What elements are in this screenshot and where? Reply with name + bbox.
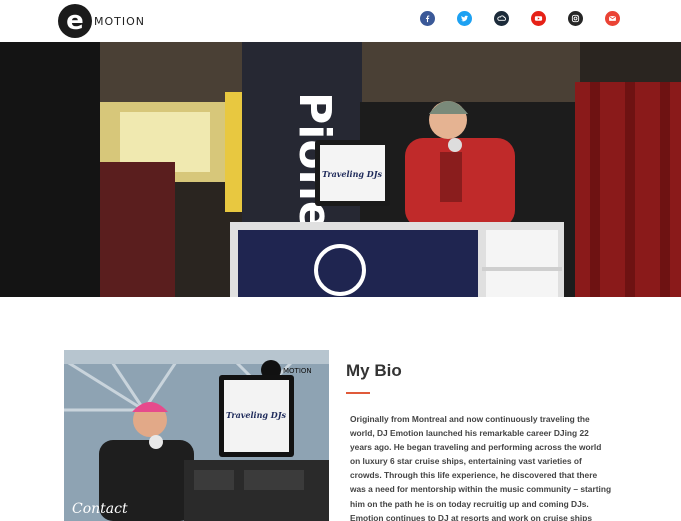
- bio-title-underline: [346, 392, 370, 394]
- soundcloud-icon: [497, 15, 506, 21]
- bio-photo-logo-text: MOTION: [283, 367, 312, 375]
- hero-photo: Pioneer Traveling DJs: [0, 42, 681, 297]
- logo-mark: e: [58, 4, 92, 38]
- youtube-link[interactable]: [531, 11, 546, 26]
- site-logo[interactable]: e MOTION: [58, 4, 145, 38]
- soundcloud-link[interactable]: [494, 11, 509, 26]
- instagram-link[interactable]: [568, 11, 583, 26]
- hero-laptop-text: Traveling DJs: [322, 169, 383, 179]
- youtube-icon: [534, 16, 543, 21]
- bio-photo-caption: Contact: [72, 501, 128, 517]
- bio-photo-image: MOTION Traveling DJs Contact: [64, 350, 329, 521]
- bio-photo: MOTION Traveling DJs Contact: [64, 350, 329, 521]
- twitter-icon: [460, 15, 469, 22]
- facebook-link[interactable]: [420, 11, 435, 26]
- email-link[interactable]: [605, 11, 620, 26]
- bio-text: Originally from Montreal and now continu…: [350, 414, 612, 521]
- bio-title: My Bio: [346, 361, 402, 380]
- instagram-icon: [571, 14, 580, 23]
- hero-image: Pioneer Traveling DJs: [0, 42, 681, 297]
- email-icon: [609, 16, 616, 21]
- site-header: e MOTION: [0, 0, 681, 42]
- social-links: [420, 11, 620, 26]
- facebook-icon: [425, 15, 430, 23]
- bio-photo-laptop-text: Traveling DJs: [226, 410, 287, 420]
- logo-wordmark: MOTION: [94, 14, 145, 28]
- twitter-link[interactable]: [457, 11, 472, 26]
